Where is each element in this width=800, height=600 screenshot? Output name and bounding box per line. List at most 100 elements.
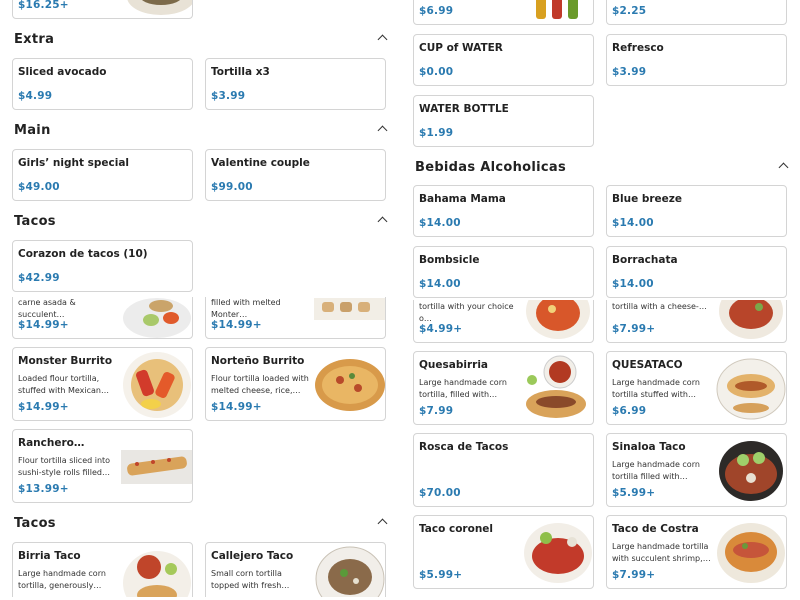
item-description: carne asada & succulent… bbox=[18, 298, 76, 319]
item-name: Monster Burrito bbox=[18, 355, 113, 367]
collapse-chevron-icon[interactable] bbox=[377, 34, 388, 45]
item-price: $7.99 bbox=[419, 405, 454, 417]
menu-item-card[interactable]: CUP of WATER $0.00 bbox=[413, 34, 594, 86]
menu-item-card[interactable]: Girls’ night special $49.00 bbox=[12, 149, 193, 201]
section-title-tacos: Tacos bbox=[14, 214, 56, 229]
item-name: Bombsicle bbox=[419, 254, 480, 266]
item-price: $16.25+ bbox=[18, 0, 69, 11]
item-price: $14.00 bbox=[612, 217, 654, 229]
menu-item-card[interactable]: Norteño Burrito Flour tortilla loaded wi… bbox=[205, 347, 386, 421]
item-price: $5.99+ bbox=[612, 487, 656, 499]
item-price: $14.99+ bbox=[211, 401, 262, 413]
menu-item-card[interactable]: $6.99 bbox=[413, 0, 594, 25]
food-photo bbox=[522, 516, 593, 588]
section-title-alcoholic-drinks: Bebidas Alcoholicas bbox=[415, 160, 566, 175]
food-photo bbox=[314, 543, 385, 597]
food-photo bbox=[121, 543, 192, 597]
menu-item-card[interactable]: Sinaloa Taco Large handmade corn tortill… bbox=[606, 433, 787, 507]
collapse-chevron-icon[interactable] bbox=[377, 518, 388, 529]
item-price: $99.00 bbox=[211, 181, 253, 193]
menu-item-card[interactable]: Ranchero… Flour tortilla sliced into sus… bbox=[12, 429, 193, 503]
menu-item-card[interactable]: Rosca de Tacos $70.00 bbox=[413, 433, 594, 507]
food-photo bbox=[121, 348, 192, 420]
menu-item-card[interactable]: Taco coronel $5.99+ bbox=[413, 515, 594, 589]
item-name: Norteño Burrito bbox=[211, 355, 305, 367]
item-price: $70.00 bbox=[419, 487, 461, 499]
menu-item-card[interactable]: filled with melted Monter… $14.99+ bbox=[205, 297, 386, 339]
item-description: Small corn tortilla topped with fresh ci… bbox=[211, 569, 282, 590]
item-name: CUP of WATER bbox=[419, 42, 503, 54]
section-title-main: Main bbox=[14, 123, 51, 138]
collapse-chevron-icon[interactable] bbox=[377, 125, 388, 136]
item-name: Quesabirria bbox=[419, 359, 489, 371]
item-name: Valentine couple bbox=[211, 157, 310, 169]
menu-item-card[interactable]: tortilla with your choice o… $4.99+ bbox=[413, 300, 594, 343]
item-name: Taco de Costra bbox=[612, 523, 699, 535]
item-description: Flour tortilla loaded with melted cheese… bbox=[211, 374, 309, 395]
item-description: Large handmade corn tortilla filled with… bbox=[612, 460, 700, 481]
item-price: $4.99 bbox=[18, 90, 53, 102]
item-price: $14.99+ bbox=[18, 319, 69, 331]
menu-column-left: $16.25+ Extra Sliced avocado $4.99 Torti… bbox=[6, 0, 394, 600]
menu-item-card[interactable]: Blue breeze $14.00 bbox=[606, 185, 787, 237]
item-description: Loaded flour tortilla, stuffed with Mexi… bbox=[18, 374, 101, 395]
food-photo bbox=[314, 348, 385, 420]
food-photo bbox=[715, 352, 786, 424]
item-price: $2.25 bbox=[612, 5, 647, 17]
collapse-chevron-icon[interactable] bbox=[377, 216, 388, 227]
item-price: $14.00 bbox=[419, 217, 461, 229]
item-description: Large handmade corn tortilla, filled wit… bbox=[419, 378, 507, 399]
item-name: Birria Taco bbox=[18, 550, 81, 562]
item-price: $5.99+ bbox=[419, 569, 463, 581]
food-photo bbox=[715, 516, 786, 588]
item-name: WATER BOTTLE bbox=[419, 103, 509, 115]
menu-item-card[interactable]: Valentine couple $99.00 bbox=[205, 149, 386, 201]
item-price: $3.99 bbox=[612, 66, 647, 78]
menu-item-card[interactable]: Quesabirria Large handmade corn tortilla… bbox=[413, 351, 594, 425]
item-price: $14.00 bbox=[419, 278, 461, 290]
item-name: QUESATACO bbox=[612, 359, 683, 371]
burritos-section: carne asada & succulent… $14.99+ filled … bbox=[6, 297, 394, 597]
menu-item-card[interactable]: Borrachata $14.00 bbox=[606, 246, 787, 298]
item-price: $3.99 bbox=[211, 90, 246, 102]
item-price: $42.99 bbox=[18, 272, 60, 284]
menu-item-card[interactable]: Refresco $3.99 bbox=[606, 34, 787, 86]
menu-item-card[interactable]: Birria Taco Large handmade corn tortilla… bbox=[12, 542, 193, 597]
item-name: Rosca de Tacos bbox=[419, 441, 509, 453]
tacos-section: tortilla with your choice o… $4.99+ tort… bbox=[406, 300, 794, 600]
menu-item-card[interactable]: Bahama Mama $14.00 bbox=[413, 185, 594, 237]
food-photo bbox=[522, 352, 593, 424]
item-price: $6.99 bbox=[612, 405, 647, 417]
menu-item-card[interactable]: Monster Burrito Loaded flour tortilla, s… bbox=[12, 347, 193, 421]
menu-item-card[interactable]: Bombsicle $14.00 bbox=[413, 246, 594, 298]
item-name: Borrachata bbox=[612, 254, 678, 266]
item-price: $0.00 bbox=[419, 66, 454, 78]
item-price: $6.99 bbox=[419, 5, 454, 17]
item-name: Callejero Taco bbox=[211, 550, 294, 562]
item-price: $4.99+ bbox=[419, 323, 463, 335]
menu-item-card[interactable]: $2.25 bbox=[606, 0, 787, 25]
menu-item-card[interactable]: Taco de Costra Large handmade tortilla w… bbox=[606, 515, 787, 589]
item-name: Corazon de tacos (10) bbox=[18, 248, 148, 260]
section-title-tacos: Tacos bbox=[14, 516, 56, 531]
item-price: $14.99+ bbox=[18, 401, 69, 413]
item-name: Ranchero… bbox=[18, 437, 85, 449]
food-photo bbox=[715, 300, 786, 342]
collapse-chevron-icon[interactable] bbox=[778, 162, 789, 173]
menu-item-card[interactable]: Corazon de tacos (10) $42.99 bbox=[12, 240, 193, 292]
menu-item-card[interactable]: QUESATACO Large handmade corn tortilla s… bbox=[606, 351, 787, 425]
item-name: Refresco bbox=[612, 42, 664, 54]
menu-item-card[interactable]: Tortilla x3 $3.99 bbox=[205, 58, 386, 110]
food-photo bbox=[121, 430, 192, 502]
menu-item-card[interactable]: carne asada & succulent… $14.99+ bbox=[12, 297, 193, 339]
item-price: $14.00 bbox=[612, 278, 654, 290]
menu-item-card[interactable]: Sliced avocado $4.99 bbox=[12, 58, 193, 110]
item-price: $7.99+ bbox=[612, 569, 656, 581]
food-photo bbox=[121, 297, 192, 338]
menu-item-card[interactable]: $16.25+ bbox=[12, 0, 193, 19]
menu-item-card[interactable]: Callejero Taco Small corn tortilla toppe… bbox=[205, 542, 386, 597]
item-name: Taco coronel bbox=[419, 523, 494, 535]
menu-item-card[interactable]: WATER BOTTLE $1.99 bbox=[413, 95, 594, 147]
menu-item-card[interactable]: tortilla with a cheese-… $7.99+ bbox=[606, 300, 787, 343]
food-photo bbox=[715, 434, 786, 506]
